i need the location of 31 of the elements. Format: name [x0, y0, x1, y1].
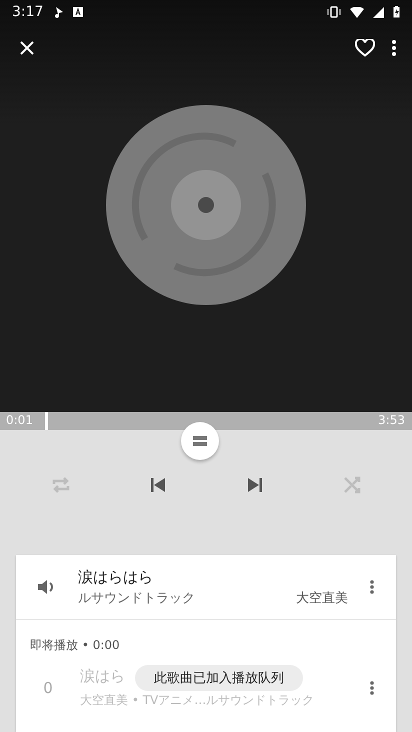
song-title: 涙はら	[80, 667, 125, 686]
text-icon	[73, 7, 84, 17]
wifi-icon	[350, 6, 364, 18]
song-artist: 大空直美	[296, 590, 348, 606]
track-number: 0	[42, 679, 54, 697]
duration: 3:53	[378, 413, 405, 427]
shuffle-icon	[342, 475, 362, 495]
song-subtitle: 大空直美 • TVアニメ…ルサウンドトラック	[80, 692, 314, 709]
song-title: 涙はらはら	[78, 568, 153, 586]
elapsed-time: 0:01	[6, 413, 33, 427]
status-time: 3:17	[12, 4, 44, 20]
signal-icon	[373, 6, 384, 18]
close-icon	[20, 41, 34, 55]
speaker-icon	[38, 579, 56, 595]
repeat-icon	[50, 475, 70, 495]
vibrate-icon	[327, 6, 341, 18]
seek-thumb[interactable]	[45, 412, 48, 430]
more-icon	[392, 40, 396, 56]
toast: 此歌曲已加入播放队列	[135, 665, 303, 691]
notification-icon	[54, 6, 64, 18]
pause-icon	[193, 435, 207, 447]
next-icon	[248, 478, 262, 492]
song-album: ルサウンドトラック	[78, 590, 195, 606]
battery-icon	[393, 6, 400, 18]
now-playing-row[interactable]: 涙はらはら ルサウンドトラック 大空直美	[16, 555, 396, 620]
heart-icon	[355, 39, 375, 57]
more-icon	[370, 580, 374, 594]
more-icon	[370, 681, 374, 695]
queue-header: 即将播放 • 0:00	[29, 637, 121, 654]
play-pause-button[interactable]	[181, 422, 219, 460]
previous-icon	[150, 478, 164, 492]
